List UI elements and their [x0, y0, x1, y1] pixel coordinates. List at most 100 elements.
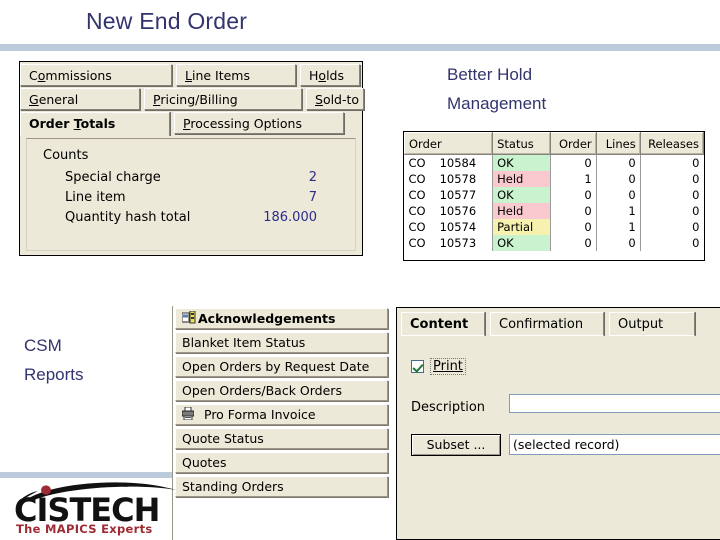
table-row[interactable]: CO 10576 Held 0 1 0 — [404, 203, 704, 219]
list-item-label: Pro Forma Invoice — [204, 407, 316, 422]
status-badge: Held — [492, 171, 551, 187]
table-row[interactable]: CO 10584 OK 0 0 0 — [404, 154, 704, 171]
tab-holds[interactable]: Holds — [300, 64, 360, 86]
hold-count-order: 1 — [550, 171, 597, 187]
hold-grid-col-4[interactable]: Releases — [639, 132, 705, 155]
hold-grid-body: CO 10584 OK 0 0 0 CO 10578 Held 1 0 0 CO 10577 OK 0 0 0 CO… — [404, 154, 704, 251]
counts-group-label: Counts — [43, 148, 89, 163]
hold-count-order: 0 — [550, 219, 597, 235]
table-row[interactable]: CO 10578 Held 1 0 0 — [404, 171, 704, 187]
order-totals-body: Counts Special charge 2 Line item 7 Quantity… — [26, 138, 356, 251]
hold-grid-col-0[interactable]: Order — [403, 132, 494, 155]
list-item[interactable]: Quotes — [175, 452, 388, 473]
tab-order-totals[interactable]: Order Totals — [20, 112, 170, 136]
slide-canvas: New End Order Better Hold Management CSM… — [0, 0, 720, 540]
table-row[interactable]: CO 10574 Partial 0 1 0 — [404, 219, 704, 235]
count-label-0: Special charge — [65, 170, 161, 185]
cistech-logo: CISTECH The MAPICS Experts — [14, 480, 184, 538]
print-checkbox[interactable] — [411, 360, 424, 373]
list-item-label: Quotes — [182, 455, 227, 470]
status-badge: OK — [492, 235, 551, 251]
subset-button[interactable]: Subset ... — [411, 434, 501, 456]
list-item[interactable]: Blanket Item Status — [175, 332, 388, 353]
order-number-cell: CO 10577 — [404, 187, 494, 203]
status-badge: OK — [492, 187, 551, 203]
description-label: Description — [411, 400, 486, 415]
hold-grid-col-3[interactable]: Lines — [595, 132, 641, 155]
count-value-1: 7 — [308, 190, 317, 205]
tab-output[interactable]: Output — [609, 312, 695, 336]
list-item-label: Blanket Item Status — [182, 335, 306, 350]
list-item-label: Open Orders/Back Orders — [182, 383, 342, 398]
list-item-label: Acknowledgements — [198, 311, 336, 326]
description-input[interactable] — [509, 394, 720, 413]
order-totals-window: Commissions Line Items Holds General Pricin… — [19, 61, 364, 256]
status-badge: Partial — [492, 219, 551, 235]
tab-row-1: Commissions Line Items Holds — [20, 64, 364, 86]
count-value-0: 2 — [308, 170, 317, 185]
tab-processing-options[interactable]: Processing Options — [174, 112, 344, 134]
hold-status-grid: Order Status Order Lines Releases CO 10584 OK 0… — [403, 131, 705, 261]
hold-count-order: 0 — [550, 235, 597, 251]
list-item[interactable]: Open Orders/Back Orders — [175, 380, 388, 401]
hold-count-releases: 0 — [692, 204, 700, 218]
hold-count-lines: 0 — [596, 171, 641, 187]
tab-content[interactable]: Content — [401, 312, 485, 336]
tab-row-2: General Pricing/Billing Sold-to — [20, 88, 368, 110]
table-row[interactable]: CO 10573 OK 0 0 0 — [404, 235, 704, 251]
order-number-cell: CO 10584 — [404, 154, 494, 171]
footer-divider — [0, 472, 176, 478]
hold-count-order: 0 — [550, 187, 597, 203]
csm-reports-list: Acknowledgements Blanket Item Status Open … — [172, 306, 390, 540]
table-row[interactable]: CO 10577 OK 0 0 0 — [404, 187, 704, 203]
callout-csm-reports: CSM Reports — [24, 336, 84, 385]
tab-confirmation[interactable]: Confirmation — [490, 312, 604, 336]
hold-grid-col-1[interactable]: Status — [492, 132, 551, 155]
hold-count-lines: 1 — [596, 219, 641, 235]
list-item[interactable]: Pro Forma Invoice — [175, 404, 388, 425]
tab-row-3: Order Totals Processing Options — [20, 112, 348, 136]
hold-count-releases: 0 — [692, 188, 700, 202]
subset-value-field[interactable]: (selected record) — [509, 434, 720, 455]
print-checkbox-label: Print — [430, 358, 466, 375]
hold-count-lines: 1 — [596, 203, 641, 219]
count-value-2: 186.000 — [263, 210, 317, 225]
hold-count-releases: 0 — [692, 156, 700, 170]
hold-grid-table: Order Status Order Lines Releases CO 10584 OK 0… — [403, 132, 705, 251]
tab-line-items[interactable]: Line Items — [176, 64, 296, 86]
hold-count-lines: 0 — [596, 154, 641, 171]
list-item-label: Open Orders by Request Date — [182, 359, 370, 374]
callout-hold-management: Better Hold Management — [447, 65, 547, 114]
hold-grid-head: Order Status Order Lines Releases — [403, 132, 705, 155]
hold-count-releases: 0 — [692, 172, 700, 186]
hold-count-releases: 0 — [692, 236, 700, 250]
list-item[interactable]: Acknowledgements — [175, 308, 388, 329]
server-icon — [181, 310, 198, 328]
order-number-cell: CO 10573 — [404, 235, 494, 251]
content-tab-row: Content Confirmation Output — [401, 312, 700, 336]
tab-pricing-billing[interactable]: Pricing/Billing — [144, 88, 302, 110]
tab-general[interactable]: General — [20, 88, 140, 110]
tab-commissions[interactable]: Commissions — [20, 64, 172, 86]
hold-count-order: 0 — [550, 154, 597, 171]
order-number-cell: CO 10578 — [404, 171, 494, 187]
order-number-cell: CO 10574 — [404, 219, 494, 235]
report-options-window: Content Confirmation Output Print Descript… — [396, 307, 720, 540]
logo-tagline: The MAPICS Experts — [16, 522, 153, 536]
tab-sold-to[interactable]: Sold-to — [306, 88, 364, 110]
hold-grid-col-2[interactable]: Order — [549, 132, 597, 155]
list-item-label: Quote Status — [182, 431, 264, 446]
printer-icon — [181, 406, 198, 424]
hold-count-order: 0 — [550, 203, 597, 219]
list-item[interactable]: Quote Status — [175, 428, 388, 449]
hold-count-releases: 0 — [692, 220, 700, 234]
header-divider — [0, 44, 720, 51]
list-item[interactable]: Open Orders by Request Date — [175, 356, 388, 377]
hold-grid-header-row: Order Status Order Lines Releases — [403, 132, 705, 155]
status-badge: OK — [492, 154, 551, 171]
page-title: New End Order — [86, 8, 248, 34]
print-checkbox-row[interactable]: Print — [411, 358, 466, 375]
count-label-2: Quantity hash total — [65, 210, 191, 225]
list-item-label: Standing Orders — [182, 479, 284, 494]
list-item[interactable]: Standing Orders — [175, 476, 388, 497]
